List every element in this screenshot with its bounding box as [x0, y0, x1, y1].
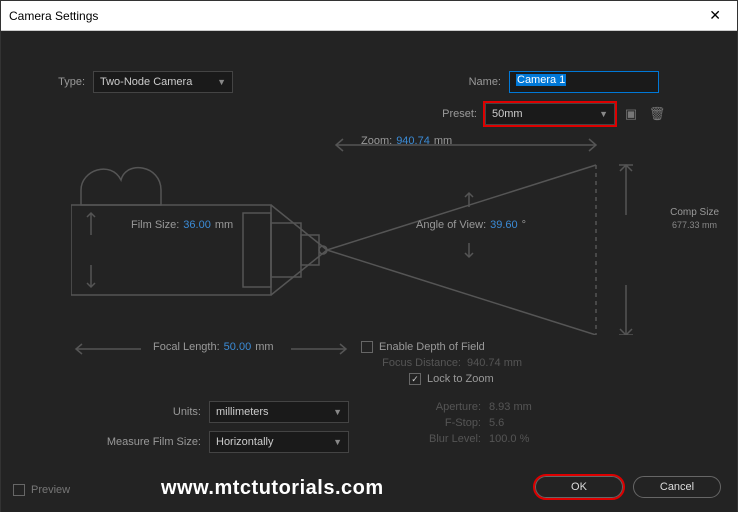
blur-value: 100.0 %: [489, 433, 529, 445]
fstop-value: 5.6: [489, 417, 504, 429]
comp-size-value: 677.33 mm: [670, 220, 719, 230]
save-preset-icon[interactable]: ▣: [621, 104, 641, 124]
name-input[interactable]: Camera 1: [509, 71, 659, 93]
ok-button[interactable]: OK: [535, 476, 623, 498]
name-label: Name:: [469, 76, 501, 88]
type-select[interactable]: Two-Node Camera ▼: [93, 71, 233, 93]
preview-checkbox[interactable]: [13, 484, 25, 496]
blur-label: Blur Level:: [421, 433, 481, 445]
lock-zoom-label: Lock to Zoom: [427, 373, 494, 385]
chevron-down-icon: ▼: [333, 407, 342, 417]
preset-select[interactable]: 50mm ▼: [485, 103, 615, 125]
measure-value: Horizontally: [216, 436, 273, 448]
lock-zoom-checkbox[interactable]: ✓: [409, 373, 421, 385]
film-size-unit: mm: [215, 219, 233, 231]
close-icon[interactable]: ✕: [701, 7, 729, 24]
comp-size-label: Comp Size: [670, 207, 719, 218]
trash-icon[interactable]: 🗑: [647, 104, 667, 124]
measure-label: Measure Film Size:: [91, 436, 201, 448]
camera-settings-dialog: Camera Settings ✕ Type: Two-Node Camera …: [0, 0, 738, 512]
zoom-unit: mm: [434, 135, 452, 147]
units-label: Units:: [91, 406, 201, 418]
preset-value: 50mm: [492, 108, 523, 120]
window-title: Camera Settings: [9, 9, 98, 23]
film-size-label: Film Size:: [131, 219, 179, 231]
cancel-button[interactable]: Cancel: [633, 476, 721, 498]
titlebar: Camera Settings ✕: [1, 1, 737, 31]
focus-dist-label: Focus Distance:: [361, 357, 461, 369]
zoom-value[interactable]: 940.74: [396, 135, 430, 147]
depth-of-field-block: Enable Depth of Field Focus Distance: 94…: [361, 341, 522, 385]
watermark-text: www.mtctutorials.com: [161, 477, 384, 500]
angle-label: Angle of View:: [416, 219, 486, 231]
focal-label: Focal Length:: [153, 341, 220, 353]
film-size-value[interactable]: 36.00: [183, 219, 211, 231]
focus-dist-value: 940.74 mm: [467, 357, 522, 369]
aperture-label: Aperture:: [421, 401, 481, 413]
dialog-content: Type: Two-Node Camera ▼ Name: Camera 1 P…: [1, 31, 737, 512]
focal-value[interactable]: 50.00: [224, 341, 252, 353]
measure-select[interactable]: Horizontally ▼: [209, 431, 349, 453]
angle-value[interactable]: 39.60: [490, 219, 518, 231]
diagram-svg: [71, 135, 691, 335]
focal-length-arrow: Focal Length: 50.00 mm: [71, 339, 351, 359]
type-label: Type:: [11, 76, 85, 88]
preview-label: Preview: [31, 484, 70, 496]
chevron-down-icon: ▼: [217, 77, 226, 87]
dof-label: Enable Depth of Field: [379, 341, 485, 353]
camera-diagram: Zoom: 940.74 mm Film Size: 36.00 mm Angl…: [71, 135, 677, 335]
aperture-value: 8.93 mm: [489, 401, 532, 413]
angle-unit: °: [522, 219, 526, 231]
zoom-label: Zoom:: [361, 135, 392, 147]
units-value: millimeters: [216, 406, 269, 418]
type-value: Two-Node Camera: [100, 76, 192, 88]
preset-label: Preset:: [442, 108, 477, 120]
name-value: Camera 1: [516, 74, 566, 86]
fstop-label: F-Stop:: [421, 417, 481, 429]
chevron-down-icon: ▼: [333, 437, 342, 447]
chevron-down-icon: ▼: [599, 109, 608, 119]
focal-unit: mm: [255, 341, 273, 353]
dof-checkbox[interactable]: [361, 341, 373, 353]
units-select[interactable]: millimeters ▼: [209, 401, 349, 423]
